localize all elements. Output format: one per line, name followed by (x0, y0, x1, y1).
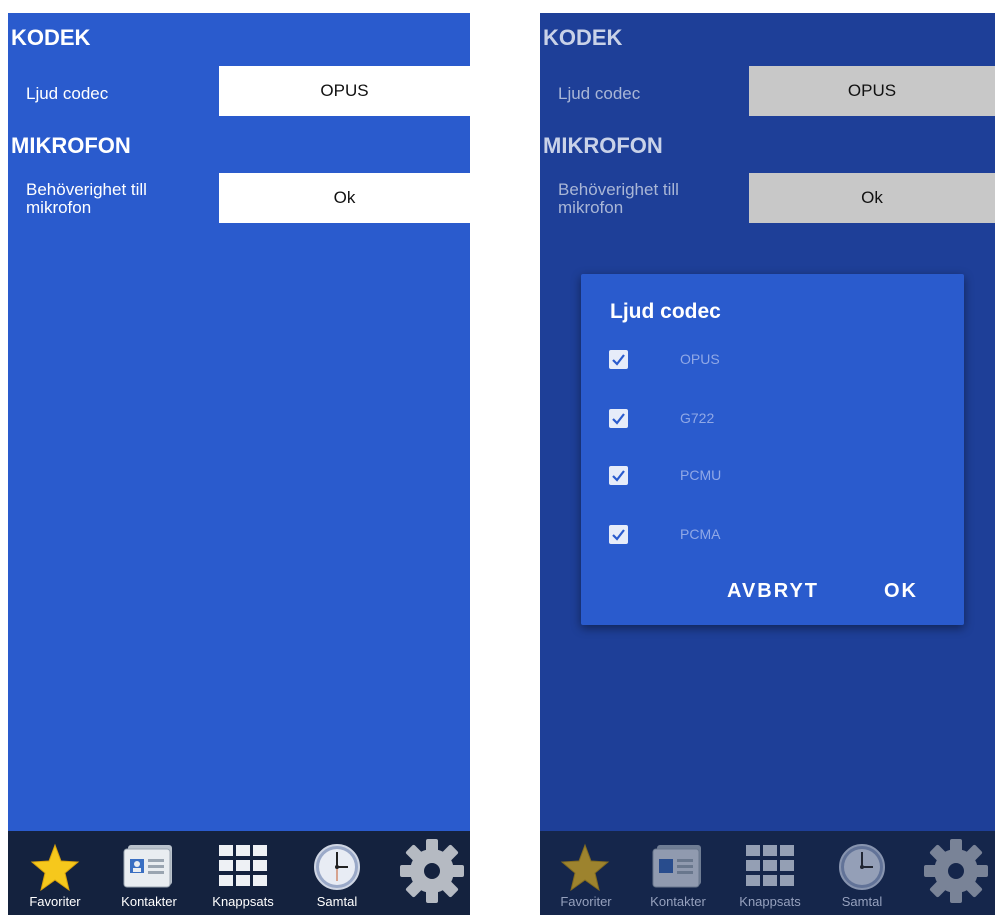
audio-codec-button: OPUS (749, 66, 995, 116)
nav-contacts[interactable]: Kontakter (102, 831, 196, 915)
codec-option-pcmu[interactable]: PCMU (609, 463, 909, 487)
codec-section-title: KODEK (543, 25, 623, 50)
mic-permission-label-line1: Behöverighet till (26, 180, 147, 199)
checkbox-checked-icon[interactable] (609, 465, 628, 485)
mic-permission-label-line2: mikrofon (26, 198, 92, 217)
microphone-section-title: MIKROFON (543, 133, 663, 158)
nav-settings (908, 831, 995, 915)
codec-option-opus[interactable]: OPUS (609, 347, 909, 371)
nav-calls: Samtal (816, 831, 908, 915)
audio-codec-button[interactable]: OPUS (219, 66, 470, 116)
nav-keypad-label: Knappsats (212, 894, 274, 909)
checkbox-checked-icon[interactable] (609, 408, 628, 428)
nav-keypad: Knappsats (724, 831, 816, 915)
nav-favorites-label: Favoriter (29, 894, 81, 909)
nav-favorites[interactable]: Favoriter (8, 831, 102, 915)
contact-card-icon (123, 845, 172, 888)
nav-calls-label: Samtal (841, 894, 883, 909)
mic-permission-button[interactable]: Ok (219, 173, 470, 223)
bottom-navigation: Favoriter Kontakter Knappsats Samtal (540, 831, 995, 915)
ok-button[interactable]: OK (884, 580, 918, 603)
nav-calls[interactable]: Samtal (290, 831, 384, 915)
clock-icon (314, 844, 360, 890)
codec-dialog: Ljud codec OPUS G722 PCMU PCMA AVBRYT OK (581, 274, 964, 625)
settings-screen: KODEK Ljud codec OPUS MIKROFON Behöverig… (8, 13, 470, 915)
mic-permission-label-line2: mikrofon (558, 198, 624, 217)
nav-keypad[interactable]: Knappsats (196, 831, 290, 915)
nav-keypad-label: Knappsats (739, 894, 801, 909)
star-icon (560, 843, 610, 892)
codec-option-label: PCMU (680, 467, 722, 483)
mic-permission-label: Behöverighet till mikrofon (558, 181, 679, 217)
checkbox-checked-icon[interactable] (609, 524, 628, 544)
codec-option-label: G722 (680, 410, 715, 426)
codec-option-label: OPUS (680, 351, 720, 367)
settings-screen-with-dialog: KODEK Ljud codec OPUS MIKROFON Behöverig… (540, 13, 995, 915)
mic-permission-label: Behöverighet till mikrofon (26, 181, 147, 217)
gear-icon (924, 839, 988, 903)
mic-permission-button: Ok (749, 173, 995, 223)
star-icon (30, 843, 80, 892)
microphone-section-title: MIKROFON (11, 133, 131, 158)
codec-option-label: PCMA (680, 526, 721, 542)
codec-section-title: KODEK (11, 25, 91, 50)
dialog-title: Ljud codec (610, 300, 721, 323)
gear-icon (400, 839, 464, 903)
checkbox-checked-icon[interactable] (609, 349, 628, 369)
keypad-icon (746, 845, 794, 886)
audio-codec-label: Ljud codec (558, 84, 641, 103)
nav-favorites: Favoriter (540, 831, 632, 915)
codec-option-pcma[interactable]: PCMA (609, 522, 909, 546)
audio-codec-label: Ljud codec (26, 84, 109, 103)
bottom-navigation: Favoriter Kontakter Knappsats Samtal (8, 831, 470, 915)
clock-icon (839, 844, 885, 890)
keypad-icon (219, 845, 267, 886)
nav-settings[interactable] (384, 831, 470, 915)
nav-contacts-label: Kontakter (121, 894, 177, 909)
mic-permission-label-line1: Behöverighet till (558, 180, 679, 199)
cancel-button[interactable]: AVBRYT (727, 580, 819, 603)
nav-favorites-label: Favoriter (560, 894, 612, 909)
nav-contacts: Kontakter (632, 831, 724, 915)
nav-calls-label: Samtal (316, 894, 358, 909)
contact-card-icon (652, 845, 701, 888)
nav-contacts-label: Kontakter (650, 894, 706, 909)
codec-option-g722[interactable]: G722 (609, 406, 909, 430)
